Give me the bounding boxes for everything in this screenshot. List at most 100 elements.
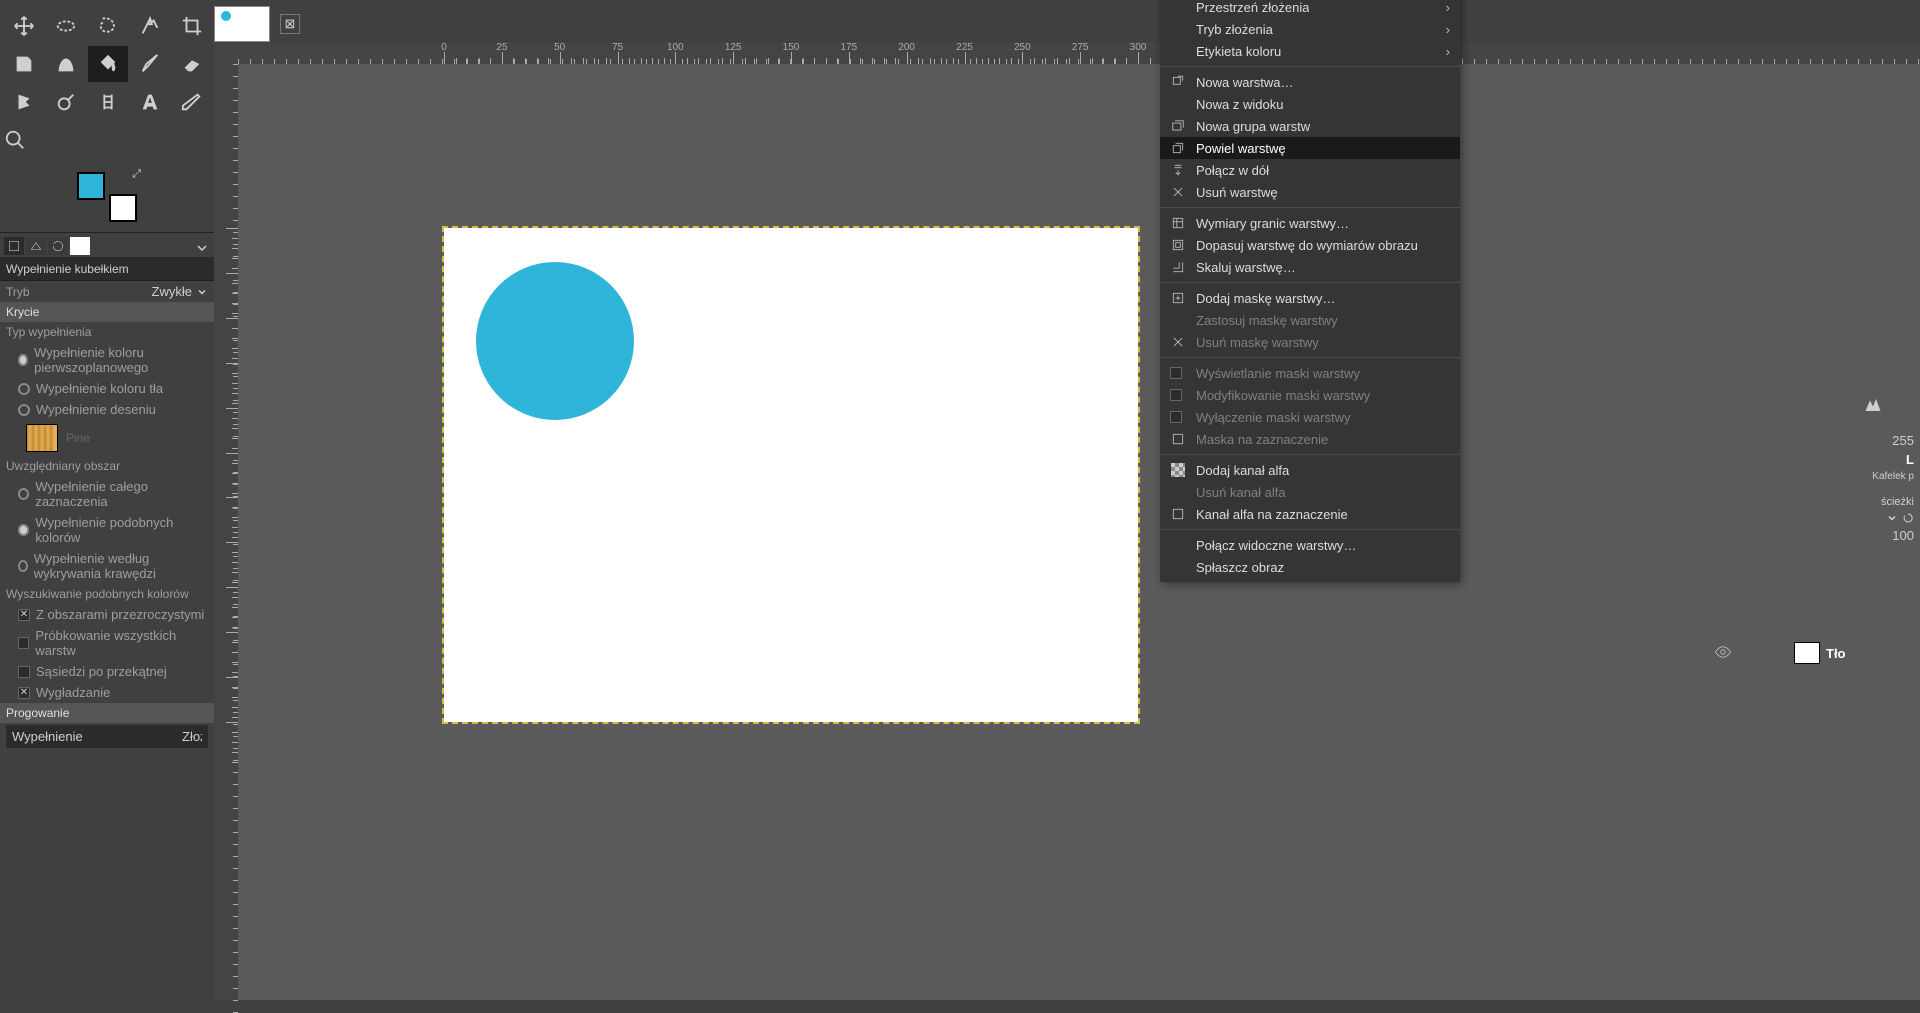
delete-icon — [1170, 334, 1186, 350]
layer-context-menu: Przestrzeń złożeniaTryb złożenia Etykieta… — [1160, 0, 1460, 582]
menu-item-label: Wymiary granic warstwy… — [1196, 216, 1349, 231]
color-picker-tool[interactable] — [46, 84, 86, 120]
menu-item[interactable]: Usuń warstwę — [1160, 181, 1460, 203]
blank-icon — [1170, 312, 1186, 328]
add-mask-icon — [1170, 290, 1186, 306]
undo-history-tab[interactable] — [48, 237, 68, 255]
bg-color-swatch[interactable] — [109, 194, 137, 222]
free-select-tool[interactable] — [88, 8, 128, 44]
layer-row[interactable]: Tło — [1710, 636, 1920, 670]
opacity-slider[interactable]: Krycie — [0, 302, 214, 322]
menu-item-label: Usuń maskę warstwy — [1196, 335, 1319, 350]
menu-item-label: Nowa z widoku — [1196, 97, 1283, 112]
menu-item[interactable]: Tryb złożenia — [1160, 18, 1460, 40]
menu-item[interactable]: Nowa z widoku — [1160, 93, 1460, 115]
menu-item-label: Wyłączenie maski warstwy — [1196, 410, 1350, 425]
crop-tool[interactable] — [172, 8, 212, 44]
fg-bg-swatches[interactable]: ⤢ — [77, 172, 137, 222]
menu-item-label: Wyświetlanie maski warstwy — [1196, 366, 1360, 381]
pattern-swatch[interactable] — [26, 424, 58, 452]
menu-item-label: Etykieta koloru — [1196, 44, 1281, 59]
delete-icon — [1170, 184, 1186, 200]
fill-by-value: Złożone — [182, 729, 202, 744]
ruler-origin[interactable] — [214, 42, 238, 64]
fuzzy-select-tool[interactable] — [130, 8, 170, 44]
chevron-down-icon[interactable] — [1886, 512, 1898, 524]
menu-item[interactable]: Dodaj kanał alfa — [1160, 459, 1460, 481]
menu-item[interactable]: Etykieta koloru — [1160, 40, 1460, 62]
close-tab-button[interactable]: ⊠ — [280, 14, 300, 34]
sample-all-check[interactable]: Próbkowanie wszystkich warstw — [0, 625, 214, 661]
eraser-tool[interactable] — [172, 46, 212, 82]
zoom-tool[interactable] — [4, 122, 44, 158]
visibility-icon[interactable] — [1714, 643, 1732, 664]
vertical-ruler[interactable] — [214, 64, 238, 1000]
menu-item[interactable]: Połącz w dół — [1160, 159, 1460, 181]
menu-item: Maska na zaznaczenie — [1160, 428, 1460, 450]
reset-icon[interactable] — [1902, 512, 1914, 524]
menu-item-label: Powiel warstwę — [1196, 141, 1286, 156]
menu-item-label: Maska na zaznaczenie — [1196, 432, 1328, 447]
bucket-fill-tool[interactable] — [88, 46, 128, 82]
transparent-check[interactable]: ✕Z obszarami przezroczystymi — [0, 604, 214, 625]
document-tab[interactable] — [214, 6, 270, 42]
menu-item[interactable]: Kanał alfa na zaznaczenie — [1160, 503, 1460, 525]
rect-select-tool[interactable] — [46, 8, 86, 44]
menu-item[interactable]: Wymiary granic warstwy… — [1160, 212, 1460, 234]
menu-item[interactable]: Nowa warstwa… — [1160, 71, 1460, 93]
layer-group-icon — [1170, 118, 1186, 134]
tool-grid — [0, 0, 214, 166]
heal-tool[interactable] — [172, 84, 212, 120]
tool-options-tab[interactable] — [4, 237, 24, 255]
flip-tool[interactable] — [46, 46, 86, 82]
fill-by-row[interactable]: Wypełnienie Złożone — [6, 725, 208, 748]
histogram-tab-icon[interactable] — [1864, 402, 1882, 417]
threshold-slider[interactable]: Progowanie — [0, 703, 214, 723]
checkbox-icon — [1170, 365, 1186, 381]
paintbrush-tool[interactable] — [130, 46, 170, 82]
fill-similar-radio[interactable]: Wypełnienie podobnych kolorów — [0, 512, 214, 548]
menu-item[interactable]: Skaluj warstwę… — [1160, 256, 1460, 278]
menu-item-label: Połącz w dół — [1196, 163, 1269, 178]
canvas[interactable] — [444, 228, 1138, 722]
fit-icon — [1170, 237, 1186, 253]
menu-item: Usuń maskę warstwy — [1160, 331, 1460, 353]
menu-item[interactable]: Nowa grupa warstw — [1160, 115, 1460, 137]
similar-colors-heading: Wyszukiwanie podobnych kolorów — [6, 587, 189, 601]
menu-item-label: Dodaj maskę warstwy… — [1196, 291, 1335, 306]
menu-item[interactable]: Spłaszcz obraz — [1160, 556, 1460, 578]
fg-color-swatch[interactable] — [77, 172, 105, 200]
menu-item-label: Połącz widoczne warstwy… — [1196, 538, 1356, 553]
blank-icon — [1170, 559, 1186, 575]
text-tool[interactable] — [130, 84, 170, 120]
menu-item[interactable]: Dodaj maskę warstwy… — [1160, 287, 1460, 309]
blend-mode-value: Zwykłe — [152, 284, 192, 299]
device-status-tab[interactable] — [26, 237, 46, 255]
fill-pattern-radio[interactable]: Wypełnienie deseniu — [0, 399, 214, 420]
menu-item-label: Dodaj kanał alfa — [1196, 463, 1289, 478]
menu-item-label: Modyfikowanie maski warstwy — [1196, 388, 1370, 403]
menu-item-label: Usuń warstwę — [1196, 185, 1278, 200]
menu-item[interactable]: Przestrzeń złożenia — [1160, 0, 1460, 18]
menu-item[interactable]: Połącz widoczne warstwy… — [1160, 534, 1460, 556]
blend-mode-label: Tryb — [6, 285, 30, 299]
tab-menu-icon[interactable] — [196, 242, 208, 254]
images-tab[interactable] — [70, 237, 90, 255]
measure-tool[interactable] — [88, 84, 128, 120]
fill-whole-radio[interactable]: Wypełnienie całego zaznaczenia — [0, 476, 214, 512]
blend-mode-row[interactable]: Tryb Zwykłe — [0, 281, 214, 302]
swap-colors-icon[interactable]: ⤢ — [132, 168, 141, 181]
fill-edge-radio[interactable]: Wypełnienie według wykrywania krawędzi — [0, 548, 214, 584]
chevron-down-icon — [196, 286, 208, 298]
diagonal-check[interactable]: Sąsiedzi po przekątnej — [0, 661, 214, 682]
horizontal-ruler[interactable]: 0255075100125150175200225250275300 — [238, 42, 1920, 64]
menu-item[interactable]: Powiel warstwę — [1160, 137, 1460, 159]
smudge-tool[interactable] — [4, 84, 44, 120]
antialias-check[interactable]: ✕Wygładzanie — [0, 682, 214, 703]
move-tool[interactable] — [4, 8, 44, 44]
rotate-tool[interactable] — [4, 46, 44, 82]
layer-name: Tło — [1826, 646, 1846, 661]
menu-item[interactable]: Dopasuj warstwę do wymiarów obrazu — [1160, 234, 1460, 256]
fill-fg-radio[interactable]: Wypełnienie koloru pierwszoplanowego — [0, 342, 214, 378]
fill-bg-radio[interactable]: Wypełnienie koloru tła — [0, 378, 214, 399]
